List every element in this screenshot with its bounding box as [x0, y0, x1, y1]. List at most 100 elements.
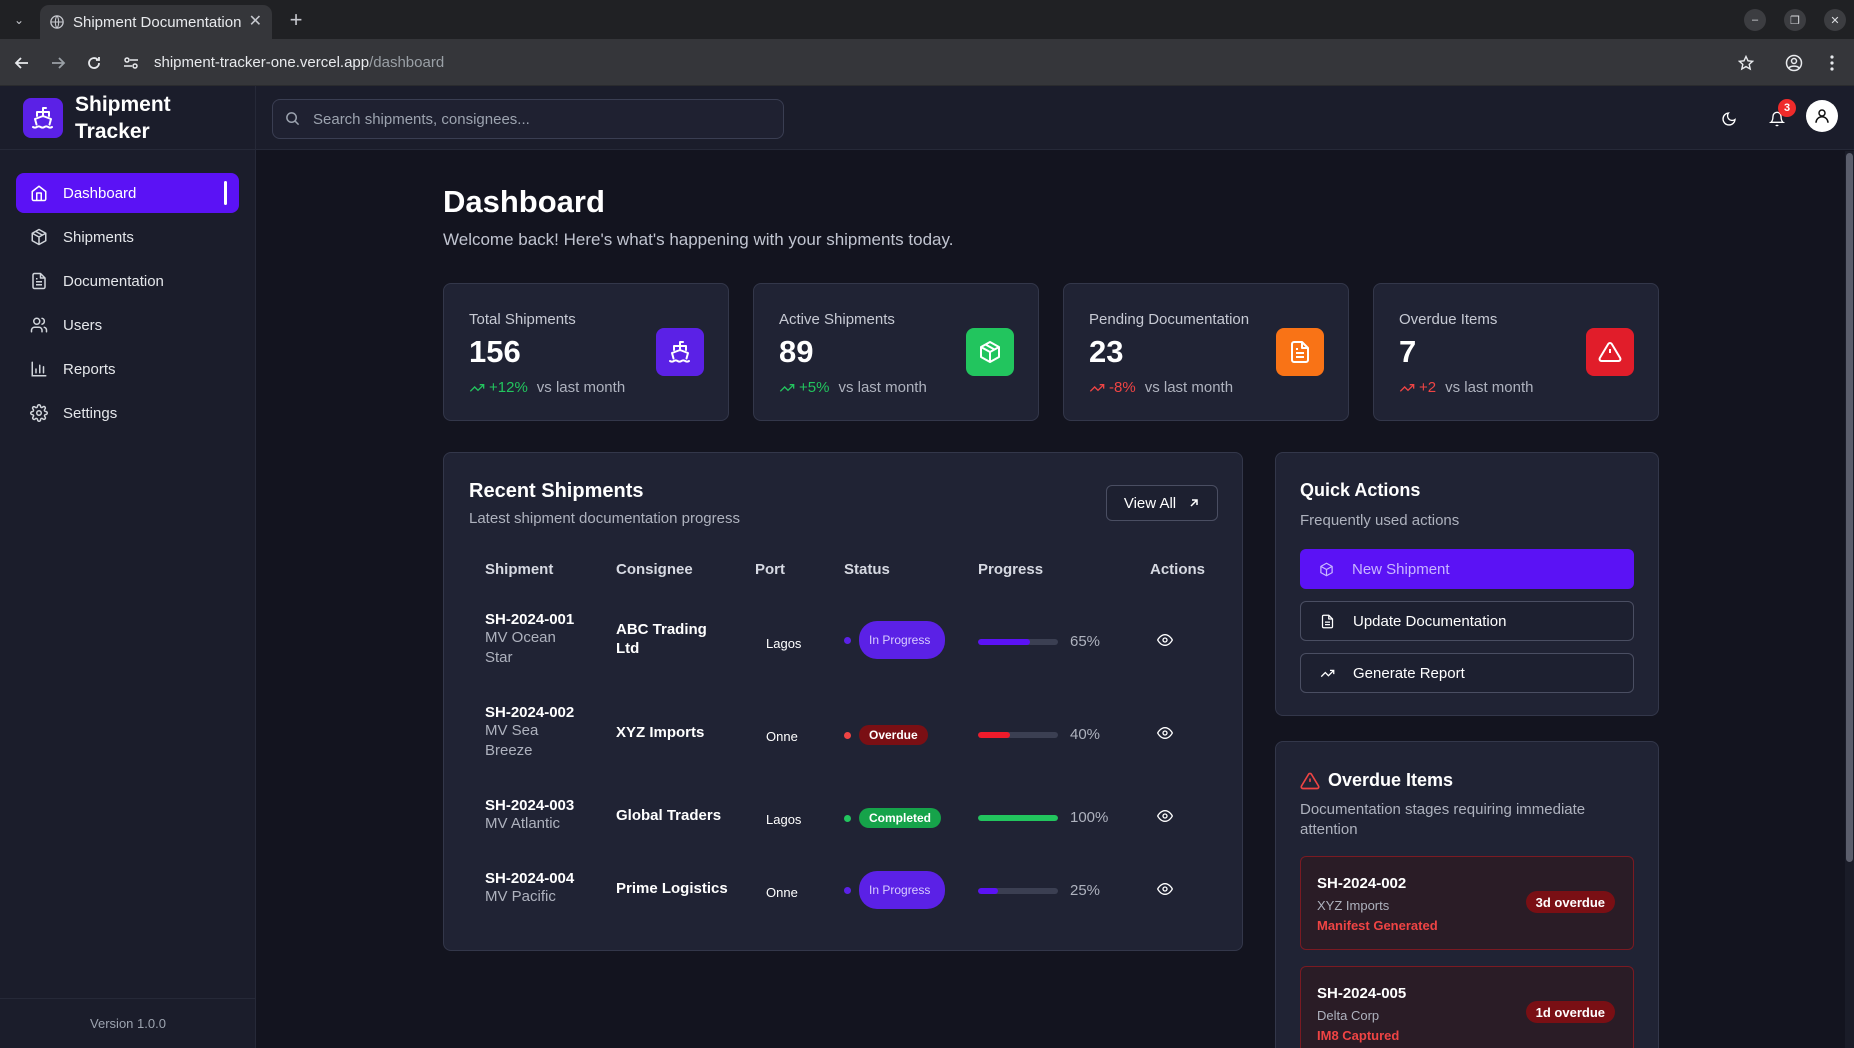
sidebar-item-users[interactable]: Users: [16, 305, 239, 345]
overdue-consignee: Delta Corp: [1317, 1008, 1380, 1023]
new-tab-button[interactable]: +: [282, 6, 310, 34]
brand[interactable]: Shipment Tracker: [0, 86, 255, 150]
sidebar-item-label: Shipments: [63, 228, 134, 246]
forward-arrow-icon[interactable]: [46, 51, 70, 75]
version-label: Version 1.0.0: [0, 998, 256, 1048]
status-dot: [844, 731, 851, 739]
stat-delta: +5% vs last month: [779, 379, 927, 396]
trending-up-icon: [469, 383, 485, 392]
minimize-icon[interactable]: –: [1744, 9, 1766, 31]
stat-label: Overdue Items: [1399, 311, 1498, 328]
site-info-icon[interactable]: [122, 54, 140, 72]
tab-search-chevron-icon[interactable]: ⌄: [8, 9, 30, 31]
sidebar-item-label: Settings: [63, 404, 118, 422]
progress-fill: [978, 731, 1010, 738]
view-all-button[interactable]: View All: [1106, 485, 1218, 521]
sidebar-item-label: Reports: [63, 360, 116, 378]
close-window-icon[interactable]: ✕: [1824, 9, 1846, 31]
stat-delta-value: +2: [1419, 379, 1437, 396]
main-content: Dashboard Welcome back! Here's what's ha…: [256, 150, 1845, 1048]
vessel-name: MV Atlantic: [485, 815, 561, 832]
browser-tab[interactable]: Shipment Documentation ✕: [40, 5, 272, 39]
users-icon: [29, 315, 49, 335]
recent-shipments-card: Recent Shipments Latest shipment documen…: [443, 452, 1243, 951]
bar-chart-icon: [29, 359, 49, 379]
port-cell: Onne: [766, 729, 798, 744]
arrow-up-right-icon: [1188, 497, 1200, 509]
view-eye-icon[interactable]: [1156, 807, 1174, 825]
status-cell: In Progress: [844, 871, 945, 909]
shipment-cell: SH-2024-003 MV Atlantic: [485, 797, 605, 834]
main-scrollbar[interactable]: [1845, 151, 1854, 1048]
progress-cell: 25%: [978, 882, 1100, 899]
package-icon: [1318, 561, 1334, 577]
browser-tab-strip: ⌄ Shipment Documentation ✕ + – ❐ ✕: [0, 0, 1854, 39]
recent-shipments-subtitle: Latest shipment documentation progress: [469, 510, 740, 527]
profile-icon[interactable]: [1782, 51, 1806, 75]
sidebar-item-shipments[interactable]: Shipments: [16, 217, 239, 257]
overdue-item[interactable]: SH-2024-002 XYZ Imports Manifest Generat…: [1300, 856, 1634, 950]
vessel-name: MV Sea Breeze: [485, 722, 539, 759]
browser-toolbar: shipment-tracker-one.vercel.app/dashboar…: [0, 39, 1854, 86]
view-eye-icon[interactable]: [1156, 631, 1174, 649]
stat-card-total-shipments: Total Shipments 156 +12% vs last month: [443, 283, 729, 421]
status-dot: [844, 814, 851, 822]
stat-delta-caption: vs last month: [1144, 379, 1234, 396]
progress-cell: 40%: [978, 726, 1100, 743]
progress-bar: [978, 814, 1058, 821]
overdue-item[interactable]: SH-2024-005 Delta Corp IM8 Captured 1d o…: [1300, 966, 1634, 1048]
globe-icon: [50, 15, 64, 29]
overdue-items-card: Overdue Items Documentation stages requi…: [1275, 741, 1659, 1048]
bookmark-star-icon[interactable]: [1734, 51, 1758, 75]
restore-icon[interactable]: ❐: [1784, 9, 1806, 31]
overdue-title: Overdue Items: [1328, 770, 1454, 790]
alert-icon: [1586, 328, 1634, 376]
sidebar-item-dashboard[interactable]: Dashboard: [16, 173, 239, 213]
back-arrow-icon[interactable]: [10, 51, 34, 75]
recent-shipments-title: Recent Shipments: [469, 480, 644, 502]
sidebar-item-documentation[interactable]: Documentation: [16, 261, 239, 301]
stat-label: Active Shipments: [779, 311, 895, 328]
status-cell: In Progress: [844, 621, 945, 659]
overdue-shipment-id: SH-2024-002: [1317, 875, 1407, 892]
status-badge: In Progress: [859, 621, 945, 659]
tab-title: Shipment Documentation: [73, 13, 241, 31]
view-eye-icon[interactable]: [1156, 724, 1174, 742]
overdue-header: Overdue Items: [1300, 770, 1453, 791]
vessel-name: MV Pacific: [485, 888, 556, 905]
package-icon: [966, 328, 1014, 376]
shipment-id: SH-2024-003: [485, 797, 575, 814]
notifications-bell-icon[interactable]: 3: [1766, 99, 1796, 130]
avatar[interactable]: [1806, 100, 1838, 132]
new-shipment-button[interactable]: New Shipment: [1300, 549, 1634, 589]
theme-toggle-moon-icon[interactable]: [1718, 108, 1740, 130]
tab-close-icon[interactable]: ✕: [249, 14, 262, 30]
stat-delta-value: +12%: [489, 379, 528, 396]
consignee-cell: ABC Trading Ltd: [616, 621, 707, 657]
sidebar-item-settings[interactable]: Settings: [16, 393, 239, 433]
stat-card-pending-documentation: Pending Documentation 23 -8% vs last mon…: [1063, 283, 1349, 421]
search-input[interactable]: [313, 110, 753, 128]
trending-up-icon: [1399, 383, 1415, 392]
sidebar-item-reports[interactable]: Reports: [16, 349, 239, 389]
progress-value: 100%: [1070, 809, 1109, 826]
ship-icon: [656, 328, 704, 376]
view-eye-icon[interactable]: [1156, 880, 1174, 898]
progress-value: 25%: [1070, 882, 1101, 899]
address-bar[interactable]: shipment-tracker-one.vercel.app/dashboar…: [122, 46, 1742, 79]
update-documentation-button[interactable]: Update Documentation: [1300, 601, 1634, 641]
progress-bar: [978, 887, 1058, 894]
browser-menu-icon[interactable]: [1820, 51, 1844, 75]
search-box[interactable]: [272, 99, 784, 139]
overdue-stage: IM8 Captured: [1317, 1028, 1400, 1043]
document-icon: [1319, 613, 1335, 629]
column-header-consignee: Consignee: [616, 561, 693, 578]
scrollbar-thumb[interactable]: [1846, 153, 1853, 862]
app-name: Shipment Tracker: [75, 92, 171, 143]
generate-report-button[interactable]: Generate Report: [1300, 653, 1634, 693]
progress-bar: [978, 638, 1058, 645]
reload-icon[interactable]: [82, 51, 106, 75]
column-header-progress: Progress: [978, 561, 1044, 578]
url-path: /dashboard: [369, 54, 445, 71]
view-all-label: View All: [1123, 494, 1177, 512]
